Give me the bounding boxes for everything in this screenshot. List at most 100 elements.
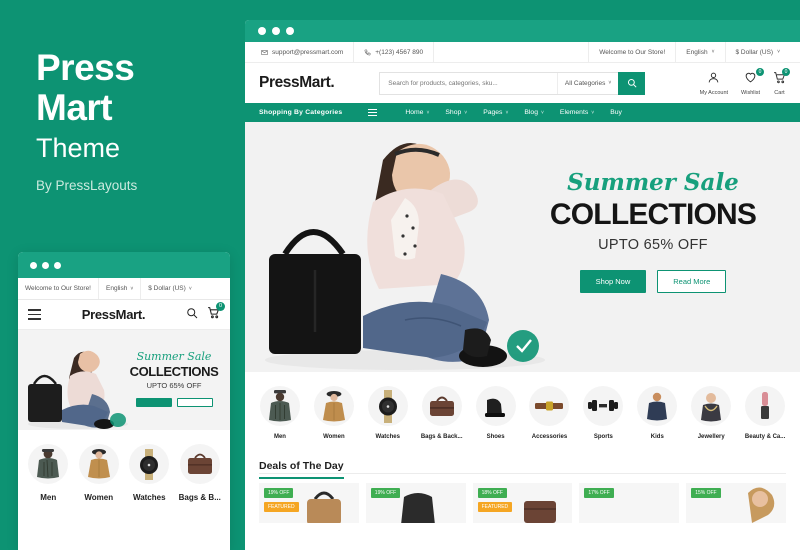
- my-account-button[interactable]: My Account: [700, 71, 728, 96]
- nav-item-home[interactable]: Home ˅: [405, 109, 429, 116]
- search-input[interactable]: [380, 79, 557, 87]
- desktop-preview-window: support@pressmart.com +(123) 4567 890 We…: [245, 20, 800, 550]
- mobile-header: PressMart. 0: [18, 300, 230, 330]
- category-image-bags: [179, 444, 220, 484]
- contact-email[interactable]: support@pressmart.com: [255, 42, 355, 62]
- site-utility-bar: support@pressmart.com +(123) 4567 890 We…: [245, 42, 800, 63]
- mobile-language-label: English: [106, 285, 128, 292]
- category-label: Watches: [375, 434, 400, 440]
- deals-title: Deals of The Day: [259, 460, 344, 479]
- category-label: Beauty & Ca...: [744, 434, 786, 440]
- category-item-jewellery[interactable]: Jewellery: [684, 386, 738, 440]
- window-dot-minimize-icon[interactable]: [272, 27, 280, 35]
- deals-grid: 19% OFF FEATURED 19% OFF 18% OFF FEATURE…: [245, 474, 800, 523]
- nav-item-buy[interactable]: Buy: [610, 109, 622, 116]
- mail-icon: [261, 49, 268, 55]
- category-item-kids[interactable]: Kids: [630, 386, 684, 440]
- promo-byline: By PressLayouts: [36, 178, 138, 193]
- site-logo[interactable]: PressMart.: [259, 74, 335, 92]
- shop-now-button[interactable]: Shop Now: [579, 270, 647, 293]
- category-item-shoes[interactable]: Shoes: [469, 386, 523, 440]
- deal-product-image: [747, 487, 775, 523]
- mobile-category-item[interactable]: Men: [24, 444, 73, 502]
- utility-bar-left: support@pressmart.com +(123) 4567 890: [255, 42, 435, 62]
- mobile-shop-now-button[interactable]: [135, 398, 172, 407]
- cart-button[interactable]: 0 Cart: [773, 67, 790, 96]
- mobile-logo[interactable]: PressMart.: [82, 307, 146, 322]
- window-dot-close-icon[interactable]: [30, 261, 37, 269]
- category-image-kids: [637, 386, 678, 426]
- mobile-read-more-button[interactable]: [176, 398, 213, 407]
- main-navigation: Shopping By Categories Home ˅ Shop ˅ Pag…: [245, 103, 800, 122]
- hero-text-block: Summer Sale COLLECTIONS UPTO 65% OFF Sho…: [528, 170, 778, 293]
- category-image-beauty: [745, 386, 786, 426]
- read-more-button[interactable]: Read More: [657, 270, 727, 293]
- window-dot-maximize-icon[interactable]: [54, 261, 61, 269]
- mobile-hero-model-image: [28, 350, 128, 429]
- window-dot-minimize-icon[interactable]: [42, 261, 49, 269]
- search-icon[interactable]: [186, 306, 198, 324]
- deal-product-image: [524, 501, 557, 523]
- chevron-down-icon: ˅: [777, 49, 780, 55]
- mobile-language-selector[interactable]: English ˅: [99, 278, 142, 299]
- cart-badge: 0: [215, 301, 225, 311]
- nav-item-pages[interactable]: Pages ˅: [483, 109, 508, 116]
- category-item-sports[interactable]: Sports: [576, 386, 630, 440]
- hamburger-menu-icon[interactable]: [28, 309, 41, 320]
- chevron-down-icon: ˅: [426, 109, 430, 116]
- deal-card[interactable]: 17% OFF: [579, 483, 680, 523]
- deal-card[interactable]: 19% OFF FEATURED: [259, 483, 359, 523]
- category-item-men[interactable]: Men: [253, 386, 307, 440]
- category-item-bags[interactable]: Bags & Back...: [415, 386, 469, 440]
- wishlist-button[interactable]: 0 Wishlist: [741, 67, 764, 96]
- search-submit-button[interactable]: [618, 71, 646, 95]
- window-dot-maximize-icon[interactable]: [286, 27, 294, 35]
- category-image-bags: [421, 386, 462, 426]
- category-image-watches: [367, 386, 408, 426]
- category-image-women: [313, 386, 354, 426]
- shopping-by-categories-button[interactable]: Shopping By Categories: [259, 109, 342, 116]
- mobile-category-label: Men: [40, 493, 57, 502]
- deal-product-image: [401, 493, 435, 523]
- category-image-men: [28, 444, 69, 484]
- chevron-down-icon: ˅: [541, 109, 544, 116]
- currency-selector[interactable]: $ Dollar (US) ˅: [724, 42, 790, 62]
- search-category-select[interactable]: All Categories ˅: [556, 72, 618, 94]
- currency-label: $ Dollar (US): [735, 48, 774, 56]
- category-label: Bags & Back...: [420, 434, 463, 440]
- featured-badge: FEATURED: [264, 502, 299, 512]
- deals-header: Deals of The Day: [259, 456, 344, 479]
- nav-item-label: Home: [405, 109, 424, 116]
- mobile-currency-selector[interactable]: $ Dollar (US) ˅: [141, 278, 198, 299]
- category-item-beauty[interactable]: Beauty & Ca...: [738, 386, 792, 440]
- chevron-down-icon: ˅: [464, 109, 468, 116]
- nav-links: Home ˅ Shop ˅ Pages ˅ Blog ˅ Elements ˅ …: [405, 109, 622, 116]
- hamburger-menu-icon[interactable]: [368, 108, 378, 117]
- nav-item-label: Pages: [483, 109, 503, 116]
- mobile-window-chrome: [18, 252, 230, 278]
- deal-card[interactable]: 18% OFF FEATURED: [472, 483, 573, 523]
- mobile-category-item[interactable]: Watches: [125, 444, 174, 502]
- mobile-hero-banner[interactable]: Summer Sale COLLECTIONS UPTO 65% OFF: [18, 330, 230, 430]
- category-item-accessories[interactable]: Accessories: [523, 386, 577, 440]
- mobile-category-strip: Men Women Watches Bags & B...: [18, 430, 230, 502]
- mobile-category-item[interactable]: Bags & B...: [176, 444, 225, 502]
- chevron-down-icon: ˅: [591, 109, 595, 116]
- category-image-accessories: [529, 386, 570, 426]
- cart-icon[interactable]: 0: [207, 301, 225, 324]
- deal-card[interactable]: 15% OFF: [686, 483, 786, 523]
- category-item-women[interactable]: Women: [307, 386, 361, 440]
- nav-item-shop[interactable]: Shop ˅: [445, 109, 467, 116]
- category-item-watches[interactable]: Watches: [361, 386, 415, 440]
- deal-card[interactable]: 19% OFF: [365, 483, 466, 523]
- user-icon: [709, 72, 719, 82]
- cart-badge: 0: [782, 67, 790, 76]
- language-selector[interactable]: English ˅: [675, 42, 724, 62]
- nav-item-elements[interactable]: Elements ˅: [560, 109, 594, 116]
- hero-banner[interactable]: Summer Sale COLLECTIONS UPTO 65% OFF Sho…: [245, 122, 800, 372]
- mobile-category-item[interactable]: Women: [75, 444, 124, 502]
- nav-item-blog[interactable]: Blog ˅: [524, 109, 544, 116]
- window-dot-close-icon[interactable]: [258, 27, 266, 35]
- mobile-welcome-text: Welcome to Our Store!: [18, 278, 99, 299]
- contact-phone[interactable]: +(123) 4567 890: [354, 42, 435, 62]
